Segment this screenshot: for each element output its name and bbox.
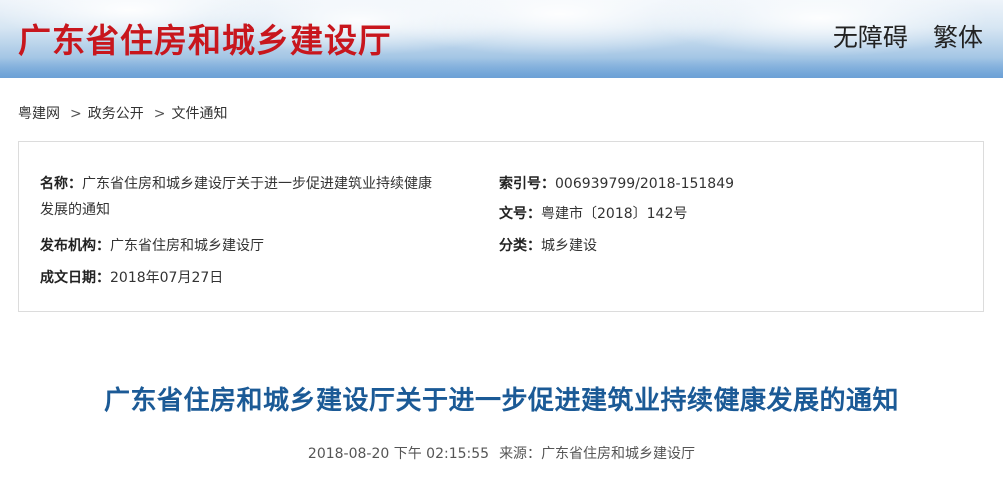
article-datetime: 2018-08-20 下午 02:15:55 xyxy=(307,446,490,462)
article-source-label: 来源： xyxy=(499,446,542,462)
written-date-value: 2018年07月27日 xyxy=(110,270,224,286)
document-number-field: 文号：粤建市〔2018〕142号 xyxy=(499,201,687,227)
doc-name-field: 名称：广东省住房和城乡建设厅关于进一步促进建筑业持续健康 发展的通知 xyxy=(40,171,500,223)
index-number-label: 索引号： xyxy=(499,176,555,192)
breadcrumb: 粤建网 > 政务公开 > 文件通知 xyxy=(18,103,227,123)
header-links: 无障碍 繁体 xyxy=(813,18,983,54)
breadcrumb-document-notices[interactable]: 文件通知 xyxy=(171,106,227,122)
breadcrumb-home[interactable]: 粤建网 xyxy=(18,106,60,122)
publisher-value: 广东省住房和城乡建设厅 xyxy=(110,238,264,254)
doc-name-value: 广东省住房和城乡建设厅关于进一步促进建筑业持续健康 xyxy=(82,176,432,192)
index-number-field: 索引号：006939799/2018-151849 xyxy=(499,171,734,197)
category-field: 分类：城乡建设 xyxy=(499,233,597,259)
breadcrumb-separator: > xyxy=(153,106,166,122)
publisher-field: 发布机构：广东省住房和城乡建设厅 xyxy=(40,233,264,259)
publisher-label: 发布机构： xyxy=(40,238,110,254)
doc-name-value-continued: 发展的通知 xyxy=(40,202,110,218)
article-source-value: 广东省住房和城乡建设厅 xyxy=(541,446,696,462)
breadcrumb-government-affairs[interactable]: 政务公开 xyxy=(88,106,144,122)
accessibility-link[interactable]: 无障碍 xyxy=(833,18,908,54)
breadcrumb-separator: > xyxy=(70,106,82,122)
site-title[interactable]: 广东省住房和城乡建设厅 xyxy=(18,14,392,62)
traditional-chinese-link[interactable]: 繁体 xyxy=(933,18,983,54)
index-number-value: 006939799/2018-151849 xyxy=(555,176,735,192)
doc-name-label: 名称： xyxy=(40,176,82,192)
article-title: 广东省住房和城乡建设厅关于进一步促进建筑业持续健康发展的通知 xyxy=(103,386,899,416)
written-date-field: 成文日期：2018年07月27日 xyxy=(40,265,223,291)
document-number-label: 文号： xyxy=(499,206,541,222)
written-date-label: 成文日期： xyxy=(40,270,110,286)
document-number-value: 粤建市〔2018〕142号 xyxy=(541,206,688,222)
category-label: 分类： xyxy=(499,238,541,254)
category-value: 城乡建设 xyxy=(541,238,597,254)
site-header: 广东省住房和城乡建设厅 无障碍 繁体 xyxy=(0,0,1003,78)
article-meta: 2018-08-20 下午 02:15:55 来源：广东省住房和城乡建设厅 xyxy=(0,443,1003,463)
document-info-panel: 名称：广东省住房和城乡建设厅关于进一步促进建筑业持续健康 发展的通知 索引号：0… xyxy=(18,141,984,312)
